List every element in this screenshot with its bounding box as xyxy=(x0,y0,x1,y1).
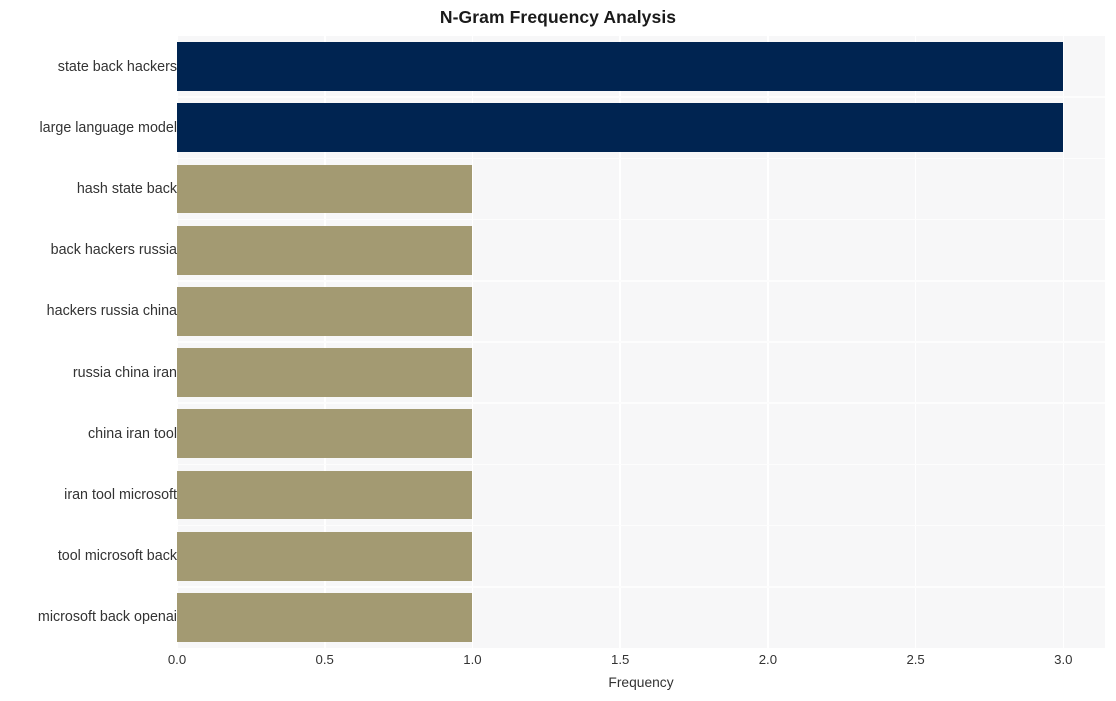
gridline-horizontal xyxy=(177,402,1105,404)
y-axis-tick-label: tool microsoft back xyxy=(57,548,177,565)
gridline-horizontal xyxy=(177,524,1105,527)
gridline-horizontal xyxy=(177,463,1105,466)
gridline-horizontal xyxy=(177,586,1105,588)
y-axis-tick-label: china iran tool xyxy=(87,425,177,442)
y-axis-tick-label: iran tool microsoft xyxy=(64,487,177,503)
y-axis-tick-label: large language model xyxy=(39,119,177,136)
y-axis-tick-label: microsoft back openai xyxy=(37,609,177,626)
x-axis-tick-label: 3.0 xyxy=(1054,652,1073,667)
y-axis: state back hackers large language model ha… xyxy=(0,0,177,701)
x-axis-tick-label: 1.0 xyxy=(463,652,482,667)
x-axis-tick-label: 2.5 xyxy=(906,652,925,667)
x-axis-tick-label: 0.5 xyxy=(315,652,334,667)
bar[interactable] xyxy=(177,286,473,336)
gridline-horizontal xyxy=(177,341,1105,343)
bar[interactable] xyxy=(177,348,473,398)
bar[interactable] xyxy=(177,103,1064,153)
bar[interactable] xyxy=(177,592,473,642)
x-axis-title: Frequency xyxy=(608,675,674,690)
y-axis-tick-label: hash state back xyxy=(76,181,177,197)
bar[interactable] xyxy=(177,531,473,581)
y-axis-tick-label: russia china iran xyxy=(72,364,177,381)
y-axis-tick-label: state back hackers xyxy=(57,58,177,75)
gridline-horizontal xyxy=(177,96,1105,98)
bar[interactable] xyxy=(177,409,473,459)
y-axis-tick-label: back hackers russia xyxy=(50,242,177,259)
chart-figure: N-Gram Frequency Analysis state back hac… xyxy=(0,0,1116,701)
bar[interactable] xyxy=(177,225,473,275)
plot-area xyxy=(177,36,1105,648)
bar[interactable] xyxy=(177,42,1064,92)
bar[interactable] xyxy=(177,164,473,214)
gridline-horizontal xyxy=(177,218,1105,221)
y-axis-tick-label: hackers russia china xyxy=(46,303,177,320)
bar[interactable] xyxy=(177,470,473,520)
x-axis-tick-label: 2.0 xyxy=(758,652,778,667)
gridline-horizontal xyxy=(177,280,1105,282)
x-axis-tick-label: 1.5 xyxy=(610,652,630,667)
gridline-horizontal xyxy=(177,157,1105,160)
